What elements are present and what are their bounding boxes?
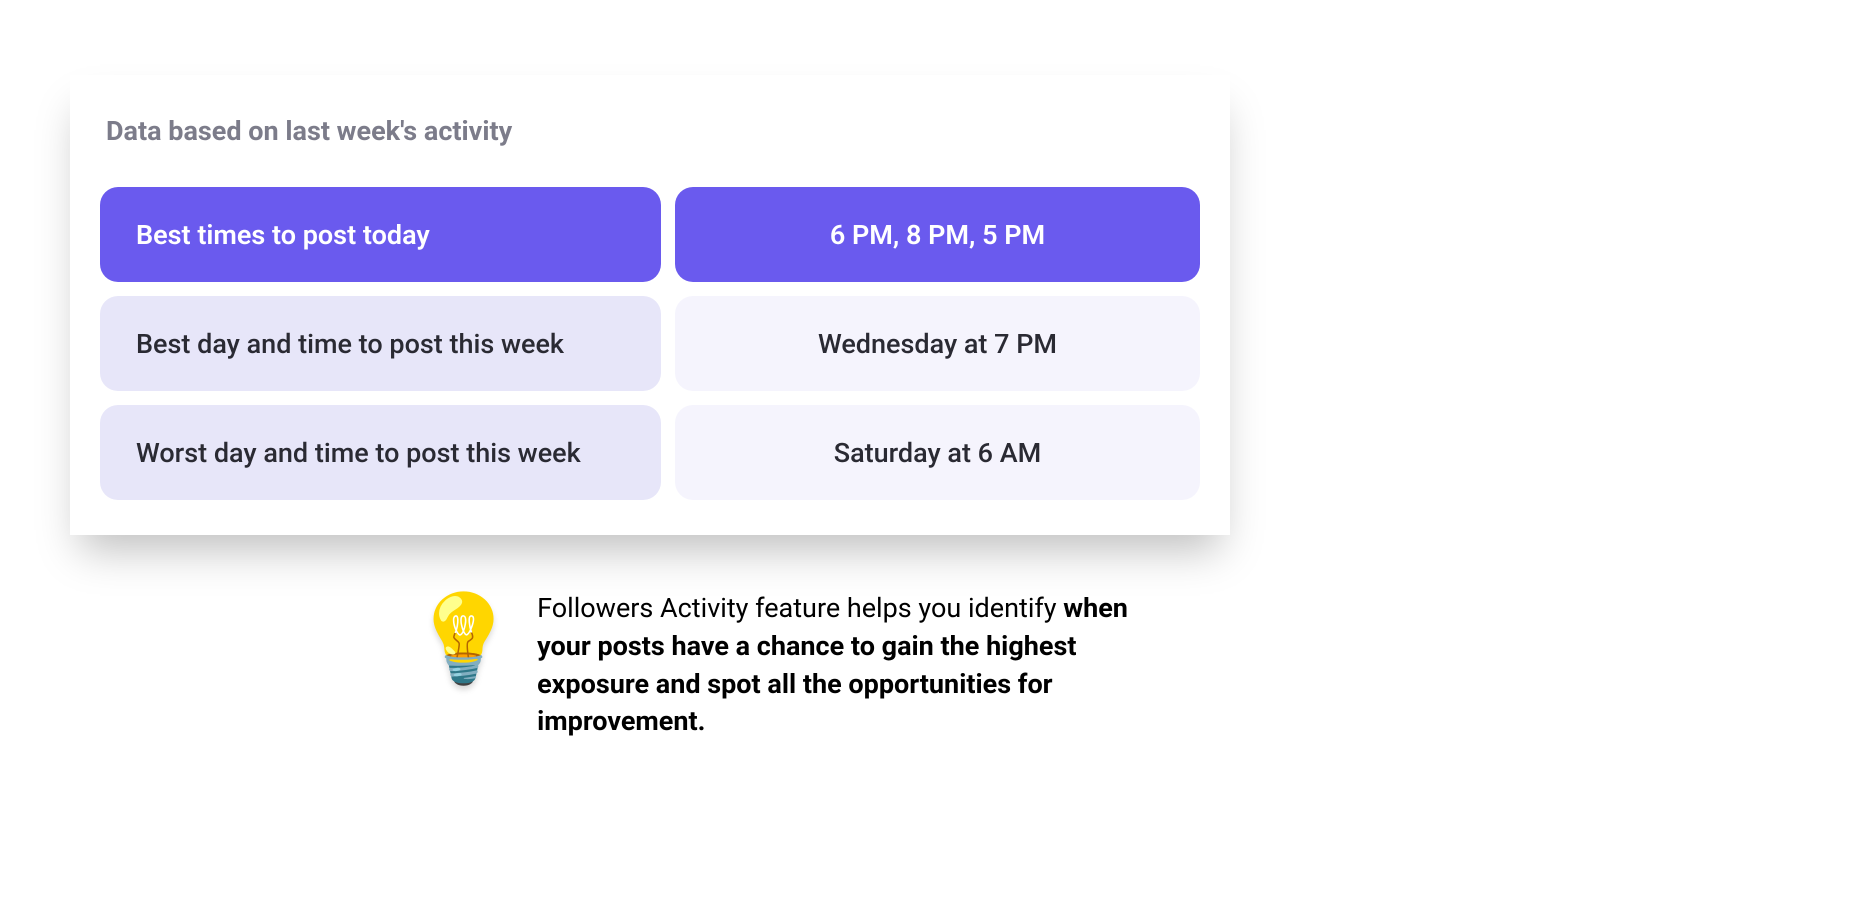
table-row: Best day and time to post this week Wedn… [100, 296, 1200, 391]
tip-callout: 💡 Followers Activity feature helps you i… [410, 590, 1170, 741]
row-value: Wednesday at 7 PM [675, 296, 1200, 391]
tip-text: Followers Activity feature helps you ide… [537, 590, 1170, 741]
card-header: Data based on last week's activity [100, 115, 1200, 147]
tip-prefix: Followers Activity feature helps you ide… [537, 592, 1063, 624]
table-row: Best times to post today 6 PM, 8 PM, 5 P… [100, 187, 1200, 282]
row-label: Best day and time to post this week [100, 296, 661, 391]
activity-card: Data based on last week's activity Best … [70, 75, 1230, 535]
row-value: Saturday at 6 AM [675, 405, 1200, 500]
card-rows: Best times to post today 6 PM, 8 PM, 5 P… [100, 187, 1200, 500]
row-value: 6 PM, 8 PM, 5 PM [675, 187, 1200, 282]
table-row: Worst day and time to post this week Sat… [100, 405, 1200, 500]
row-label: Best times to post today [100, 187, 661, 282]
row-label: Worst day and time to post this week [100, 405, 661, 500]
lightbulb-icon: 💡 [410, 596, 517, 682]
